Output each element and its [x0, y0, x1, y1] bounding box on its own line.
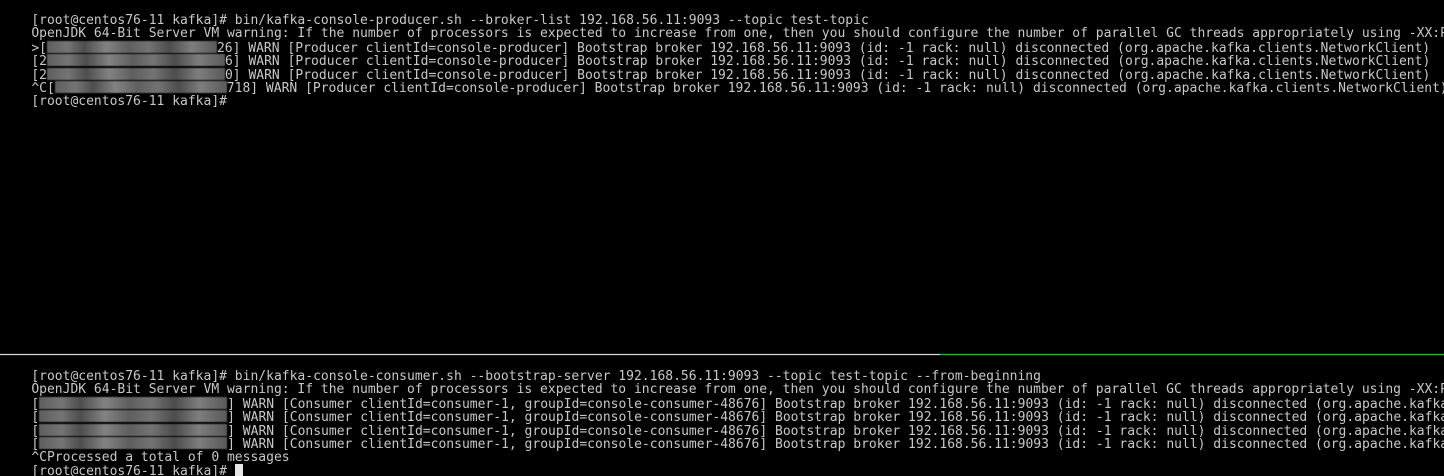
line-text: [root@centos76-11 kafka]#	[31, 93, 227, 109]
redacted-timestamp	[39, 437, 228, 449]
redacted-timestamp	[54, 81, 227, 93]
redacted-timestamp	[46, 54, 225, 66]
line-text: OpenJDK 64-Bit Server VM warning: If the…	[31, 382, 1444, 397]
line-text: ^CProcessed a total of 0 messages	[31, 449, 290, 465]
producer-command-line: [root@centos76-11 kafka]# bin/kafka-cons…	[0, 0, 1444, 27]
line-text: 718] WARN [Producer clientId=console-pro…	[226, 81, 1444, 96]
consumer-command-line: [root@centos76-11 kafka]# bin/kafka-cons…	[0, 356, 1444, 383]
redacted-timestamp	[39, 396, 228, 409]
divider-active-segment	[940, 354, 1444, 355]
producer-terminal-pane[interactable]: [root@centos76-11 kafka]# bin/kafka-cons…	[0, 0, 1444, 353]
redacted-timestamp	[39, 410, 228, 422]
line-text: [root@centos76-11 kafka]#	[31, 464, 235, 476]
text-cursor	[234, 464, 243, 476]
consumer-terminal-pane[interactable]: [root@centos76-11 kafka]# bin/kafka-cons…	[0, 356, 1444, 476]
redacted-timestamp	[46, 40, 217, 53]
redacted-timestamp	[46, 67, 225, 80]
redacted-timestamp	[39, 423, 228, 436]
line-text: OpenJDK 64-Bit Server VM warning: If the…	[31, 26, 1444, 41]
line-text: ] WARN [Consumer clientId=consumer-1, gr…	[227, 437, 1444, 452]
divider-inactive-segment	[0, 354, 940, 355]
